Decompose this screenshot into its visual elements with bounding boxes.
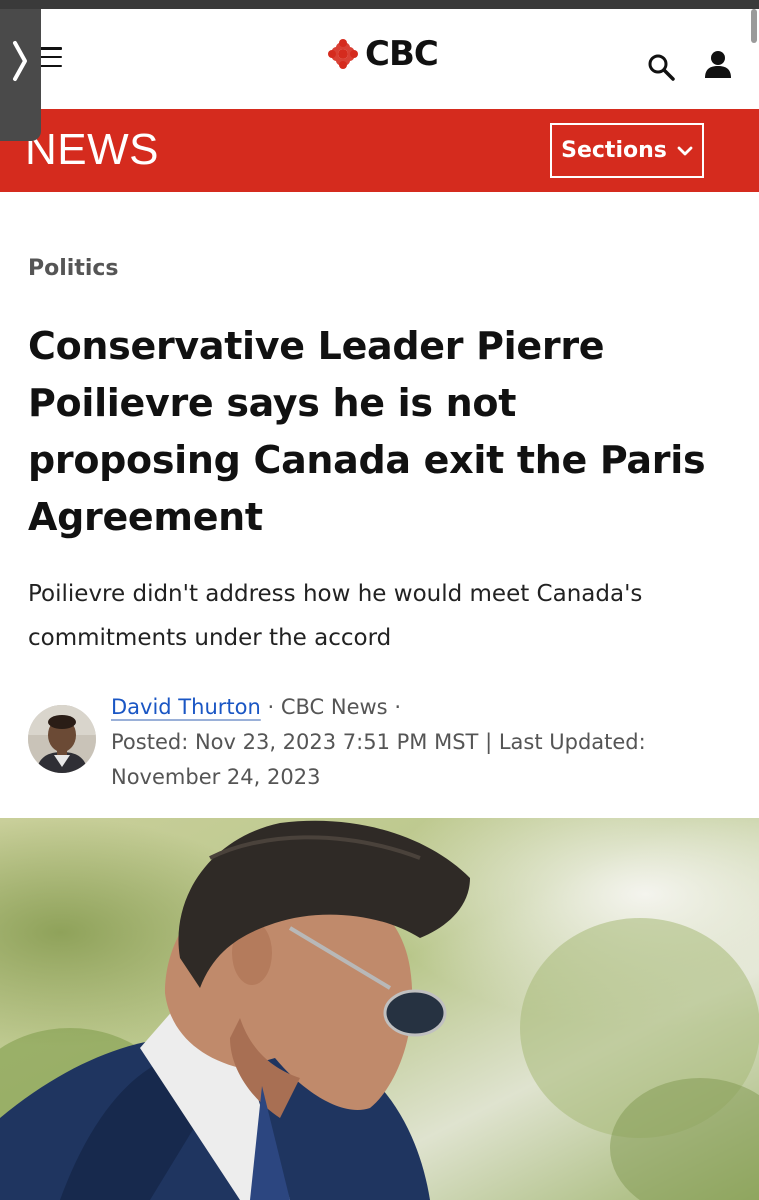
- author-avatar[interactable]: [28, 705, 96, 773]
- sections-button[interactable]: Sections: [550, 123, 704, 178]
- sections-label: Sections: [561, 138, 667, 163]
- chevron-down-icon: [677, 146, 693, 155]
- posted-label: Posted:: [111, 730, 189, 754]
- menu-icon[interactable]: [40, 47, 62, 67]
- menu-line: [40, 64, 62, 67]
- browser-top-strip: [0, 0, 759, 9]
- byline-separator: ·: [394, 695, 402, 719]
- page: CBC NEWS Sections Politics Conservative …: [0, 0, 759, 1200]
- article-category[interactable]: Politics: [28, 256, 119, 281]
- scrollbar-thumb[interactable]: [751, 9, 757, 43]
- posted-date: Nov 23, 2023 7:51 PM MST: [194, 730, 479, 754]
- side-panel-handle[interactable]: [0, 9, 41, 141]
- search-icon[interactable]: [646, 52, 676, 82]
- side-chevron-icon: [13, 41, 27, 81]
- hero-image[interactable]: [0, 818, 759, 1200]
- updated-date: November 24, 2023: [111, 765, 321, 789]
- byline-separator: ·: [267, 695, 275, 719]
- cbc-logo[interactable]: CBC: [327, 34, 439, 74]
- article-headline: Conservative Leader Pierre Poilievre say…: [28, 324, 706, 539]
- updated-label: Last Updated:: [498, 730, 646, 754]
- author-photo: [28, 705, 96, 773]
- article-byline: David Thurton · CBC News · Posted: Nov 2…: [111, 690, 731, 795]
- menu-line: [40, 55, 62, 59]
- article-deck: Poilievre didn't address how he would me…: [28, 581, 643, 651]
- menu-line: [40, 47, 62, 50]
- author-link[interactable]: David Thurton: [111, 695, 261, 719]
- cbc-gem-icon: [328, 39, 358, 69]
- hero-photo: [0, 818, 759, 1200]
- updated-separator: |: [485, 730, 493, 754]
- news-section-title[interactable]: NEWS: [25, 128, 159, 172]
- brand-name: CBC: [365, 34, 439, 74]
- byline-outlet: CBC News: [280, 695, 388, 719]
- user-icon[interactable]: [704, 50, 732, 80]
